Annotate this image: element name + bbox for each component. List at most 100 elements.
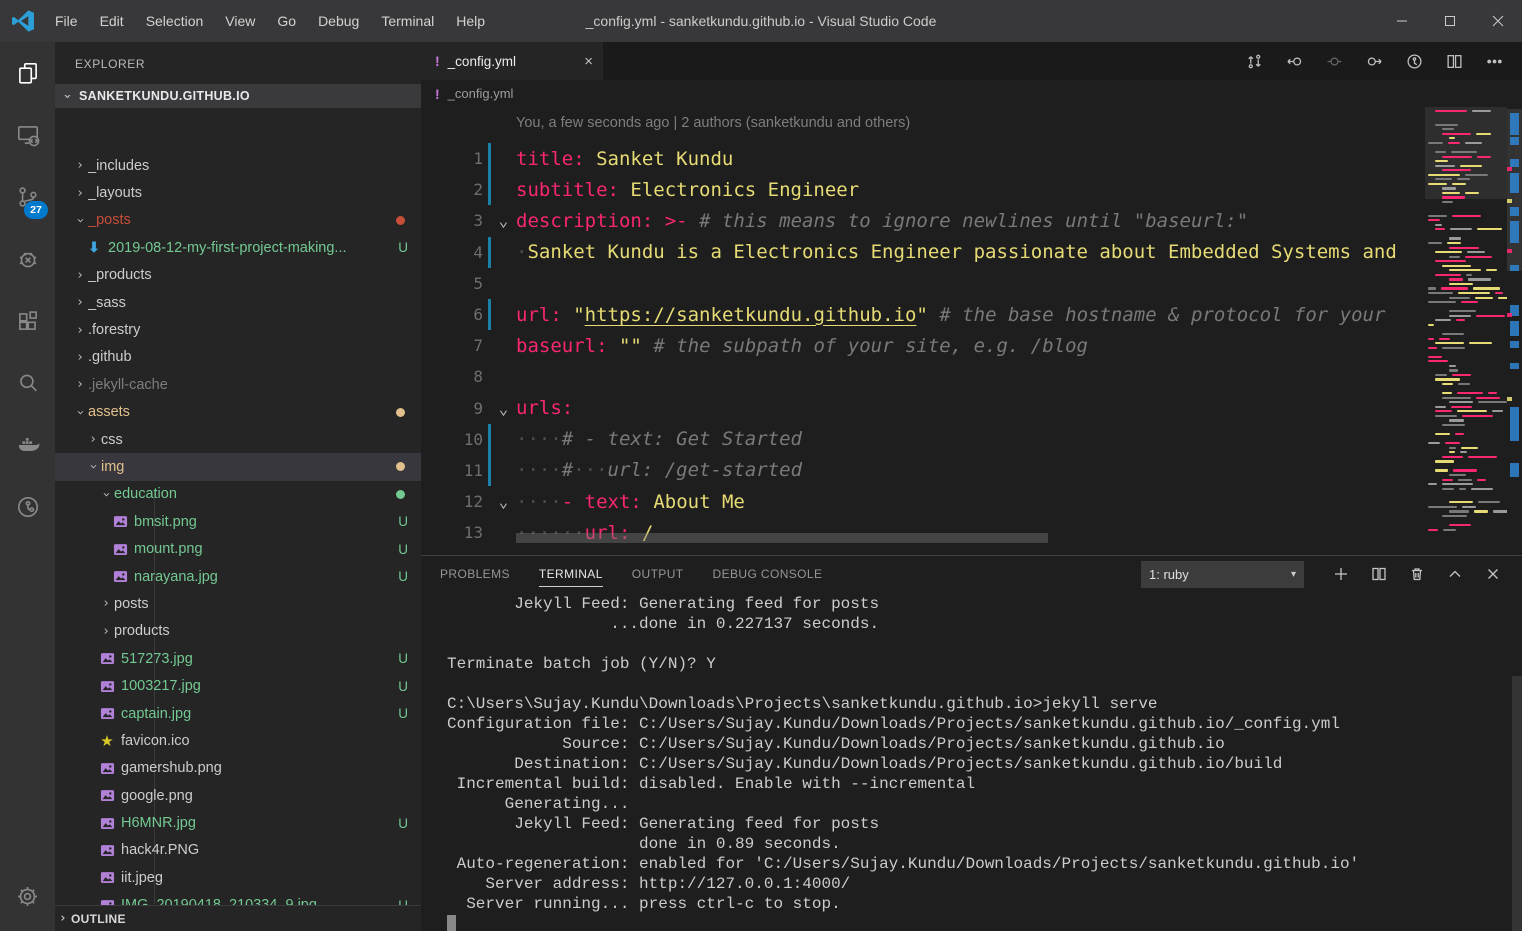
- gitlens-icon[interactable]: [1394, 42, 1434, 80]
- maximize-button[interactable]: [1426, 0, 1474, 42]
- code-line[interactable]: 11····#···url: /get-started: [421, 455, 1425, 486]
- panel-tab-debug-console[interactable]: DEBUG CONSOLE: [713, 556, 823, 592]
- folder-row-img[interactable]: ›img: [55, 453, 421, 480]
- open-changes-icon[interactable]: [1234, 42, 1274, 80]
- git-graph-icon[interactable]: [0, 476, 55, 538]
- file-row-hack4r-png[interactable]: hack4r.PNG: [55, 837, 421, 864]
- folder-row--posts[interactable]: ›_posts: [55, 207, 421, 234]
- code-line[interactable]: 4·Sanket Kundu is a Electronics Engineer…: [421, 237, 1425, 268]
- code-line[interactable]: 2subtitle: Electronics Engineer: [421, 174, 1425, 205]
- tab-close-icon[interactable]: ×: [584, 53, 593, 70]
- panel-tab-output[interactable]: OUTPUT: [632, 556, 684, 592]
- minimap-line: [1428, 529, 1438, 531]
- search-icon[interactable]: [0, 352, 55, 414]
- breadcrumb[interactable]: ! _config.yml: [421, 80, 1522, 107]
- image-file-icon: [111, 514, 129, 529]
- split-editor-icon[interactable]: [1434, 42, 1474, 80]
- terminal-selector-dropdown[interactable]: 1: ruby ▾: [1141, 561, 1304, 588]
- file-row-img-20190418-210334-9-jpg[interactable]: IMG_20190418_210334_9.jpgU: [55, 892, 421, 906]
- file-row-captain-jpg[interactable]: captain.jpgU: [55, 700, 421, 727]
- close-button[interactable]: [1474, 0, 1522, 42]
- file-row-gamershub-png[interactable]: gamershub.png: [55, 755, 421, 782]
- menu-help[interactable]: Help: [445, 0, 496, 42]
- folder-row--github[interactable]: ›.github: [55, 344, 421, 371]
- previous-change-icon[interactable]: [1274, 42, 1314, 80]
- code-line[interactable]: 3⌄description: >- # this means to ignore…: [421, 205, 1425, 236]
- explorer-icon[interactable]: [0, 42, 55, 104]
- minimap-line: [1435, 160, 1448, 162]
- code-line[interactable]: 6url: "https://sanketkundu.github.io" # …: [421, 299, 1425, 330]
- file-row-mount-png[interactable]: mount.pngU: [55, 535, 421, 562]
- horizontal-scrollbar[interactable]: [516, 533, 1048, 543]
- file-row-iit-jpeg[interactable]: iit.jpeg: [55, 864, 421, 891]
- tab-config-yml[interactable]: ! _config.yml ×: [421, 42, 603, 80]
- minimap-line: [1477, 479, 1486, 481]
- code-line[interactable]: 10····# - text: Get Started: [421, 424, 1425, 455]
- more-actions-icon[interactable]: [1474, 42, 1514, 80]
- close-panel-button[interactable]: [1474, 560, 1512, 588]
- panel-tab-problems[interactable]: PROBLEMS: [440, 556, 510, 592]
- next-change-icon[interactable]: [1354, 42, 1394, 80]
- fold-chevron-icon: ⌄: [491, 399, 516, 418]
- folder-row-posts[interactable]: ›posts: [55, 590, 421, 617]
- file-row-google-png[interactable]: google.png: [55, 782, 421, 809]
- menu-file[interactable]: File: [44, 0, 89, 42]
- menu-edit[interactable]: Edit: [89, 0, 135, 42]
- center-change-icon[interactable]: [1314, 42, 1354, 80]
- code-line[interactable]: 7baseurl: "" # the subpath of your site,…: [421, 330, 1425, 361]
- overview-ruler[interactable]: [1507, 107, 1522, 555]
- folder-row--forestry[interactable]: ›.forestry: [55, 316, 421, 343]
- code-line[interactable]: 8: [421, 361, 1425, 392]
- image-file-icon: [98, 788, 116, 803]
- file-row-2019-08-12-my-first-project-making-[interactable]: ⬇2019-08-12-my-first-project-making...U: [55, 234, 421, 261]
- workspace-section-header[interactable]: › SANKETKUNDU.GITHUB.IO: [55, 84, 421, 108]
- minimap-line: [1435, 110, 1467, 112]
- minimap-line: [1435, 433, 1450, 435]
- folder-row--sass[interactable]: ›_sass: [55, 289, 421, 316]
- menu-debug[interactable]: Debug: [307, 0, 370, 42]
- menu-terminal[interactable]: Terminal: [370, 0, 445, 42]
- minimap-line: [1428, 215, 1447, 217]
- file-row-bmsit-png[interactable]: bmsit.pngU: [55, 508, 421, 535]
- minimap[interactable]: [1425, 107, 1507, 555]
- remote-explorer-icon[interactable]: [0, 104, 55, 166]
- code-editor[interactable]: You, a few seconds ago | 2 authors (sank…: [421, 107, 1522, 555]
- minimap-line: [1435, 406, 1446, 408]
- tree-item-label: posts: [114, 596, 421, 612]
- folder-row--products[interactable]: ›_products: [55, 262, 421, 289]
- panel-tab-terminal[interactable]: TERMINAL: [539, 556, 603, 592]
- outline-section[interactable]: › OUTLINE: [55, 905, 421, 931]
- extensions-icon[interactable]: [0, 290, 55, 352]
- folder-row-products[interactable]: ›products: [55, 618, 421, 645]
- settings-icon[interactable]: [0, 865, 55, 927]
- file-row-1003217-jpg[interactable]: 1003217.jpgU: [55, 672, 421, 699]
- folder-row--layouts[interactable]: ›_layouts: [55, 179, 421, 206]
- menu-go[interactable]: Go: [266, 0, 307, 42]
- code-line[interactable]: 5: [421, 268, 1425, 299]
- code-line[interactable]: 1title: Sanket Kundu: [421, 143, 1425, 174]
- terminal-scrollbar[interactable]: [1512, 676, 1522, 931]
- menu-selection[interactable]: Selection: [135, 0, 215, 42]
- code-line[interactable]: 12⌄····- text: About Me: [421, 486, 1425, 517]
- minimize-button[interactable]: [1378, 0, 1426, 42]
- folder-row-education[interactable]: ›education: [55, 481, 421, 508]
- debug-icon[interactable]: [0, 228, 55, 290]
- docker-icon[interactable]: [0, 414, 55, 476]
- menu-view[interactable]: View: [214, 0, 266, 42]
- tree-item-label: img: [101, 459, 396, 475]
- folder-row--includes[interactable]: ›_includes: [55, 152, 421, 179]
- folder-row--jekyll-cache[interactable]: ›.jekyll-cache: [55, 371, 421, 398]
- file-row-h6mnr-jpg[interactable]: H6MNR.jpgU: [55, 809, 421, 836]
- file-row-favicon-ico[interactable]: ★favicon.ico: [55, 727, 421, 754]
- file-row-narayana-jpg[interactable]: narayana.jpgU: [55, 563, 421, 590]
- folder-row-assets[interactable]: ›assets: [55, 399, 421, 426]
- kill-terminal-button[interactable]: [1398, 560, 1436, 588]
- split-terminal-button[interactable]: [1360, 560, 1398, 588]
- code-line[interactable]: 9⌄urls:: [421, 393, 1425, 424]
- folder-row-css[interactable]: ›css: [55, 426, 421, 453]
- terminal-output[interactable]: Jekyll Feed: Generating feed for posts .…: [447, 594, 1508, 931]
- new-terminal-button[interactable]: [1322, 560, 1360, 588]
- file-row-517273-jpg[interactable]: 517273.jpgU: [55, 645, 421, 672]
- maximize-panel-button[interactable]: [1436, 560, 1474, 588]
- source-control-icon[interactable]: 27: [0, 166, 55, 228]
